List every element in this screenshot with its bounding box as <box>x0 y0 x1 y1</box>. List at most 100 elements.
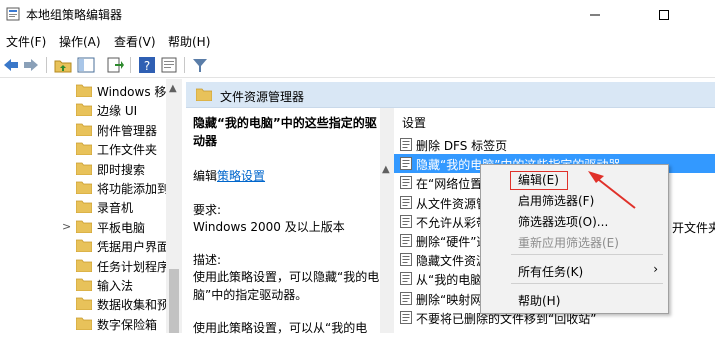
context-menu-item[interactable]: 重新应用筛选器(E) <box>481 231 668 252</box>
edit-prefix: 编辑 <box>193 169 218 183</box>
description-text: 使用此策略设置，可以隐藏“我的电脑”中的指定驱动器。 <box>193 270 380 302</box>
tree-item[interactable]: > 平板电脑 <box>0 217 166 237</box>
maximize-icon <box>659 10 669 20</box>
menu-view[interactable]: 查看(V) <box>114 33 156 50</box>
filter-icon[interactable] <box>191 56 209 74</box>
maximize-button[interactable] <box>641 0 687 30</box>
menu-action[interactable]: 操作(A) <box>59 33 101 50</box>
up-folder-icon[interactable] <box>54 56 72 74</box>
folder-icon <box>76 84 92 97</box>
tree-item[interactable]: 数据收集和预 <box>0 294 170 314</box>
context-menu-label: 所有任务(K) <box>518 265 584 279</box>
help-icon[interactable]: ? <box>138 56 156 74</box>
tree-item-label: 平板电脑 <box>97 220 146 235</box>
setting-label: 从“我的电脑 <box>416 273 483 288</box>
tree-item[interactable]: 任务计划程序 <box>0 256 170 276</box>
settings-column-header[interactable]: 设置 <box>402 114 426 131</box>
folder-icon <box>76 123 92 136</box>
tree-item[interactable]: 将功能添加到 <box>0 178 170 198</box>
setting-row[interactable]: 删除 DFS 标签页 <box>394 135 715 154</box>
tree-item-label: 输入法 <box>97 279 134 293</box>
toolbar-separator <box>184 57 185 73</box>
policy-setting-icon <box>400 157 412 171</box>
folder-icon <box>76 162 92 175</box>
context-menu-label: 重新应用筛选器(E) <box>518 236 619 250</box>
policy-setting-icon <box>400 214 412 228</box>
minimize-button[interactable] <box>572 0 618 30</box>
tree-item-label: 将功能添加到 <box>97 182 170 196</box>
menu-separator <box>511 283 663 284</box>
tree-item[interactable]: Windows 移 <box>0 81 166 101</box>
description-label: 描述: <box>193 253 222 267</box>
tree-item-label: 即时搜索 <box>97 162 146 177</box>
window-title: 本地组策略编辑器 <box>26 8 123 22</box>
tree-item-label: 边缘 UI <box>97 104 138 119</box>
setting-label: 删除 DFS 标签页 <box>416 139 508 153</box>
policy-setting-icon <box>400 272 412 286</box>
tree-item[interactable]: 边缘 UI <box>0 100 166 120</box>
description-scrollbar[interactable]: ▲ <box>380 108 394 333</box>
folder-icon <box>76 297 92 311</box>
tree-item-label: Windows 移 <box>97 85 167 99</box>
submenu-arrow-icon: › <box>653 262 658 276</box>
toolbar-separator <box>46 57 47 73</box>
context-menu-label: 帮助(H) <box>518 294 561 308</box>
policy-setting-icon <box>400 176 412 190</box>
folder-icon <box>76 103 92 117</box>
menu-file[interactable]: 文件(F) <box>6 33 46 50</box>
tree-item[interactable]: 即时搜索 <box>0 159 166 179</box>
properties-icon[interactable] <box>160 56 178 74</box>
policy-heading: 隐藏“我的电脑”中的这些指定的驱动器 <box>193 116 377 148</box>
menu-bar: 文件(F) 操作(A) 查看(V) 帮助(H) <box>0 30 715 52</box>
tree-item-label: 任务计划程序 <box>97 259 170 274</box>
scroll-up-icon[interactable]: ▲ <box>169 83 177 94</box>
pane-title: 文件资源管理器 <box>220 90 305 104</box>
folder-icon <box>76 259 92 272</box>
tree-item[interactable]: 录音机 <box>0 197 166 217</box>
policy-setting-icon <box>400 195 412 209</box>
annotation-arrow <box>588 171 636 209</box>
policy-setting-icon <box>400 138 412 151</box>
setting-text-fragment: 开文件夹 <box>672 221 715 235</box>
tree-item[interactable]: 附件管理器 <box>0 120 166 140</box>
setting-label: 在“网络位置 <box>416 177 483 192</box>
folder-icon <box>76 200 92 214</box>
group-policy-icon <box>6 7 20 21</box>
edit-policy-line: 编辑策略设置 <box>193 167 265 185</box>
tree-item[interactable]: 输入法 <box>0 275 166 295</box>
forward-arrow-icon[interactable] <box>22 56 40 74</box>
toolbar-separator <box>130 57 131 73</box>
policy-setting-icon <box>400 310 412 324</box>
edit-policy-link[interactable]: 策略设置 <box>217 169 265 183</box>
requirement-label: 要求: <box>193 203 222 217</box>
requirement-value: Windows 2000 及以上版本 <box>193 220 345 234</box>
tree-item-label: 数据收集和预 <box>97 298 170 313</box>
tree-item[interactable]: 凭据用户界面 <box>0 236 169 256</box>
folder-icon <box>76 278 92 291</box>
folder-icon <box>76 317 92 330</box>
tree-item[interactable]: 数字保险箱 <box>0 314 166 333</box>
policy-setting-icon <box>400 291 412 305</box>
context-menu-item[interactable]: 帮助(H) <box>481 289 668 310</box>
export-list-icon[interactable] <box>106 56 124 74</box>
context-menu-item[interactable]: 所有任务(K) › <box>481 260 668 281</box>
context-menu-label: 筛选器选项(O)... <box>518 215 609 229</box>
tree-item-label: 录音机 <box>97 201 134 216</box>
scroll-up-icon[interactable]: ▲ <box>382 164 390 175</box>
description-text-continued: 使用此策略设置，可以从“我的电 <box>193 321 368 335</box>
back-arrow-icon[interactable] <box>2 56 20 74</box>
show-hide-tree-icon[interactable] <box>77 56 95 74</box>
toolbar: ? <box>0 52 715 78</box>
expand-chevron-icon[interactable]: > <box>62 220 71 233</box>
setting-label: 删除“硬件”选 <box>416 235 489 249</box>
tree-item[interactable]: 工作文件夹 <box>0 139 166 159</box>
scroll-thumb[interactable] <box>169 269 179 333</box>
tree-scrollbar[interactable]: ▲ <box>166 79 182 333</box>
tree-item-label: 工作文件夹 <box>97 143 158 158</box>
folder-icon <box>76 142 92 156</box>
menu-separator <box>511 254 663 255</box>
title-bar: 本地组策略编辑器 <box>0 0 715 30</box>
folder-icon <box>76 181 92 194</box>
right-pane-header: 文件资源管理器 <box>186 82 715 108</box>
menu-help[interactable]: 帮助(H) <box>168 33 210 50</box>
